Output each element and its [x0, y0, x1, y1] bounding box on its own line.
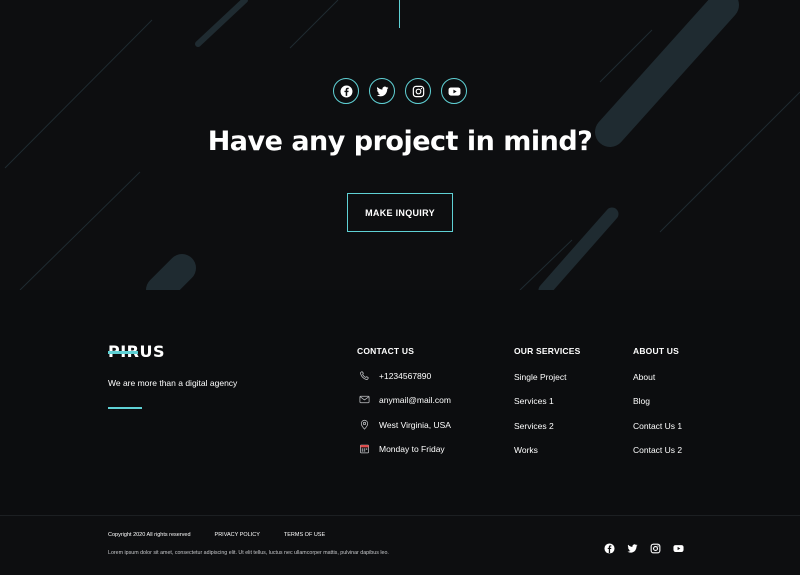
youtube-icon[interactable]: [673, 543, 684, 554]
youtube-icon: [448, 85, 461, 98]
logo-text: PIRUS: [108, 342, 165, 361]
make-inquiry-button[interactable]: MAKE INQUIRY: [347, 193, 453, 232]
cta-section: Have any project in mind? MAKE INQUIRY: [0, 0, 800, 290]
bottom-links: Copyright 2020 All rights reserved PRIVA…: [108, 532, 349, 538]
instagram-link[interactable]: [405, 78, 431, 104]
about-link-blog[interactable]: Blog: [633, 395, 682, 419]
about-list: About Blog Contact Us 1 Contact Us 2: [633, 371, 682, 468]
facebook-icon: [340, 85, 353, 98]
footer: PIRUS We are more than a digital agency …: [0, 290, 800, 515]
twitter-icon[interactable]: [627, 543, 638, 554]
services-heading: OUR SERVICES: [514, 346, 581, 356]
services-link-works[interactable]: Works: [514, 444, 566, 468]
bottom-social-icons: [604, 543, 684, 554]
services-link-services-1[interactable]: Services 1: [514, 395, 566, 419]
cta-social-icons: [0, 78, 800, 104]
location-pin-icon: [359, 419, 370, 430]
contact-list: +1234567890 anymail@mail.com West Virgin…: [357, 370, 451, 467]
privacy-policy-link[interactable]: PRIVACY POLICY: [215, 532, 260, 538]
bottom-bar: Copyright 2020 All rights reserved PRIVA…: [0, 515, 800, 575]
contact-item-phone: +1234567890: [357, 370, 451, 394]
copyright-text: Copyright 2020 All rights reserved: [108, 532, 191, 538]
terms-of-use-link[interactable]: TERMS OF USE: [284, 532, 325, 538]
about-link-contact-us-1[interactable]: Contact Us 1: [633, 420, 682, 444]
facebook-icon[interactable]: [604, 543, 615, 554]
cta-heading: Have any project in mind?: [207, 126, 593, 157]
logo[interactable]: PIRUS: [108, 342, 165, 361]
twitter-link[interactable]: [369, 78, 395, 104]
services-link-single-project[interactable]: Single Project: [514, 371, 566, 395]
youtube-link[interactable]: [441, 78, 467, 104]
tagline: We are more than a digital agency: [108, 378, 238, 388]
about-link-about[interactable]: About: [633, 371, 682, 395]
about-heading: ABOUT US: [633, 346, 679, 356]
contact-item-hours: Monday to Friday: [357, 443, 451, 467]
twitter-icon: [376, 85, 389, 98]
facebook-link[interactable]: [333, 78, 359, 104]
logo-accent-bar: [108, 350, 138, 354]
calendar-icon: [359, 443, 370, 454]
tagline-accent-line: [108, 407, 142, 409]
services-link-services-2[interactable]: Services 2: [514, 420, 566, 444]
instagram-icon: [412, 85, 425, 98]
services-list: Single Project Services 1 Services 2 Wor…: [514, 371, 566, 468]
contact-item-location: West Virginia, USA: [357, 419, 451, 443]
footer-description: Lorem ipsum dolor sit amet, consectetur …: [108, 550, 389, 556]
contact-heading: CONTACT US: [357, 346, 415, 356]
phone-icon: [359, 370, 370, 381]
instagram-icon[interactable]: [650, 543, 661, 554]
about-link-contact-us-2[interactable]: Contact Us 2: [633, 444, 682, 468]
contact-item-email: anymail@mail.com: [357, 394, 451, 418]
decorative-vertical-line: [399, 0, 400, 28]
mail-icon: [359, 394, 370, 405]
